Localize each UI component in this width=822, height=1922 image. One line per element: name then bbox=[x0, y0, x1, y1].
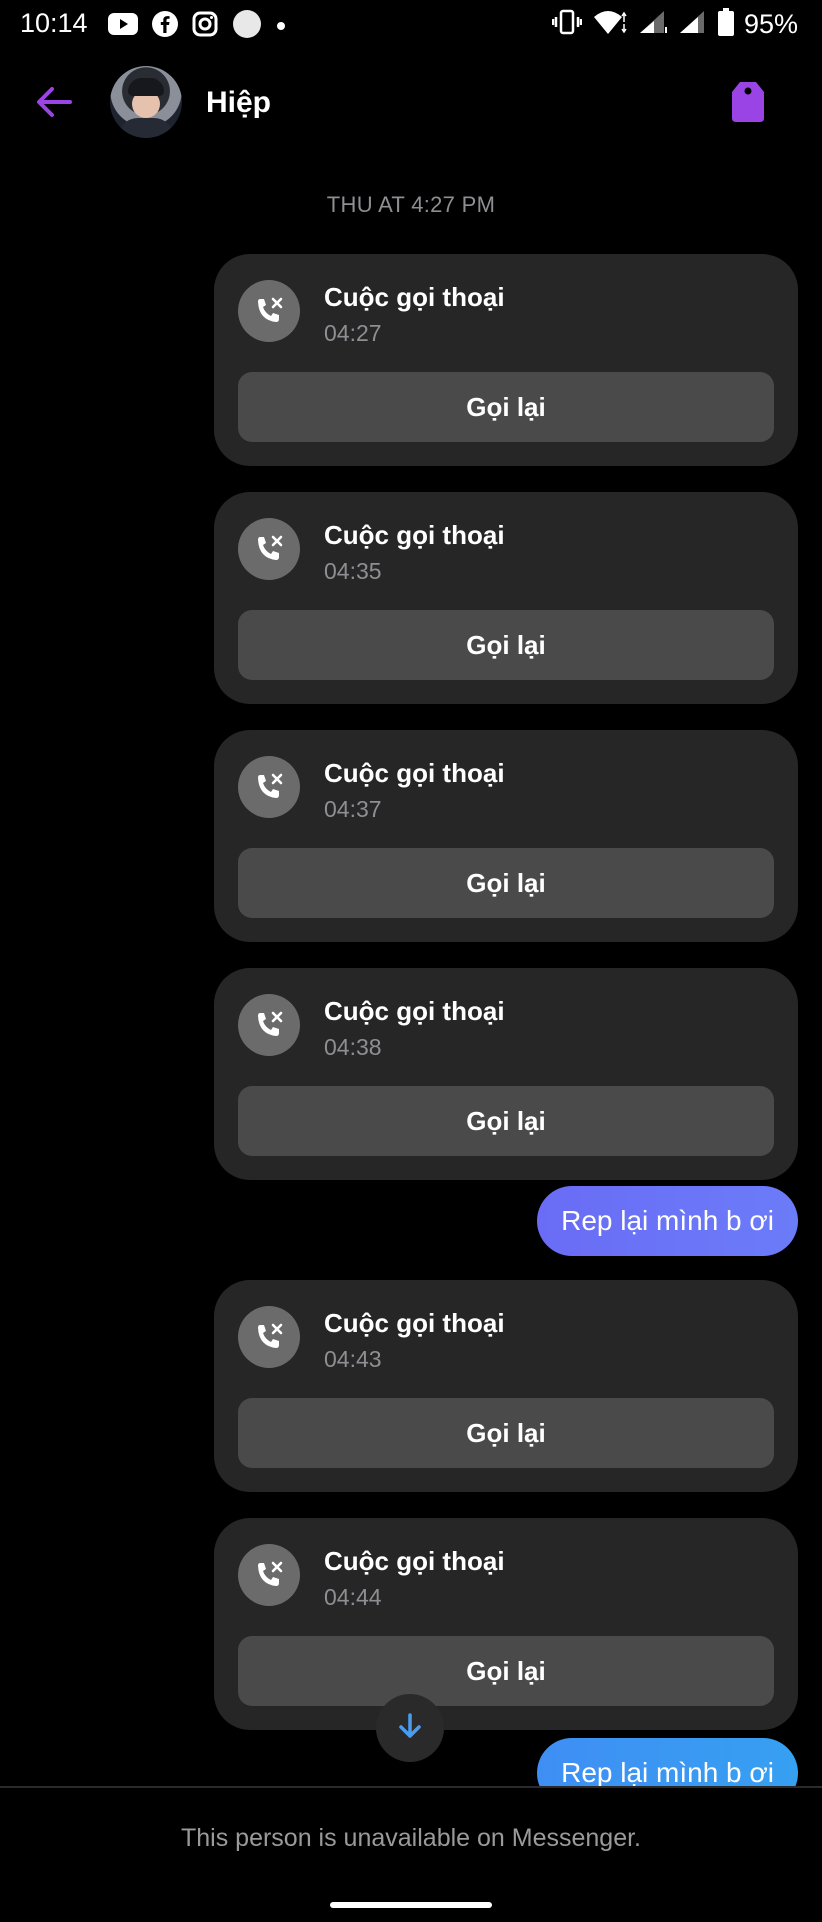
call-title: Cuộc gọi thoại bbox=[324, 758, 505, 788]
chat-timestamp: THU AT 4:27 PM bbox=[326, 192, 496, 217]
call-time: 04:38 bbox=[324, 1034, 382, 1060]
missed-call-icon bbox=[238, 1544, 300, 1606]
missed-call-card: Cuộc gọi thoại 04:27 Gọi lại bbox=[214, 254, 798, 466]
arrow-down-icon bbox=[395, 1711, 425, 1746]
call-time: 04:27 bbox=[324, 320, 382, 346]
missed-call-card: Cuộc gọi thoại 04:43 Gọi lại bbox=[214, 1280, 798, 1492]
message-bubble[interactable]: Rep lại mình b ơi bbox=[537, 1186, 798, 1256]
call-time: 04:35 bbox=[324, 558, 382, 584]
tag-icon[interactable] bbox=[730, 78, 766, 124]
youtube-icon bbox=[108, 13, 138, 40]
battery-icon bbox=[717, 8, 734, 41]
dot-icon bbox=[276, 18, 286, 36]
status-time: 10:14 bbox=[20, 8, 88, 38]
call-title: Cuộc gọi thoại bbox=[324, 996, 505, 1026]
missed-call-icon bbox=[238, 280, 300, 342]
missed-call-card: Cuộc gọi thoại 04:44 Gọi lại bbox=[214, 1518, 798, 1730]
missed-call-card: Cuộc gọi thoại 04:38 Gọi lại bbox=[214, 968, 798, 1180]
call-time: 04:44 bbox=[324, 1584, 382, 1610]
message-text: Rep lại mình b ơi bbox=[561, 1205, 774, 1236]
battery-percentage: 95% bbox=[743, 9, 798, 39]
scroll-to-bottom-button[interactable] bbox=[376, 1694, 444, 1762]
home-indicator[interactable] bbox=[330, 1902, 492, 1908]
status-bar: 10:14 95% bbox=[0, 0, 822, 46]
instagram-icon bbox=[192, 11, 218, 42]
call-back-button[interactable]: Gọi lại bbox=[238, 848, 774, 918]
unavailable-notice: This person is unavailable on Messenger. bbox=[181, 1824, 641, 1852]
missed-call-icon bbox=[238, 756, 300, 818]
message-text: Rep lại mình b ơi bbox=[561, 1757, 774, 1788]
call-time: 04:43 bbox=[324, 1346, 382, 1372]
call-back-button[interactable]: Gọi lại bbox=[238, 1636, 774, 1706]
missed-call-card: Cuộc gọi thoại 04:37 Gọi lại bbox=[214, 730, 798, 942]
vibrate-icon bbox=[551, 9, 583, 40]
conversation-header: Hiệp bbox=[0, 60, 822, 146]
facebook-icon bbox=[152, 11, 178, 42]
call-back-button[interactable]: Gọi lại bbox=[238, 1398, 774, 1468]
call-back-button[interactable]: Gọi lại bbox=[238, 372, 774, 442]
call-title: Cuộc gọi thoại bbox=[324, 282, 505, 312]
missed-call-icon bbox=[238, 518, 300, 580]
wifi-icon bbox=[592, 8, 628, 41]
missed-call-icon bbox=[238, 994, 300, 1056]
call-back-button[interactable]: Gọi lại bbox=[238, 610, 774, 680]
signal-icon bbox=[678, 9, 708, 40]
unavailable-footer: This person is unavailable on Messenger. bbox=[0, 1786, 822, 1922]
call-title: Cuộc gọi thoại bbox=[324, 1308, 505, 1338]
call-title: Cuộc gọi thoại bbox=[324, 1546, 505, 1576]
call-time: 04:37 bbox=[324, 796, 382, 822]
call-title: Cuộc gọi thoại bbox=[324, 520, 505, 550]
missed-call-icon bbox=[238, 1306, 300, 1368]
call-back-button[interactable]: Gọi lại bbox=[238, 1086, 774, 1156]
messenger-bubble-icon bbox=[232, 9, 262, 44]
back-arrow-icon[interactable] bbox=[32, 80, 76, 124]
contact-name[interactable]: Hiệp bbox=[206, 86, 271, 120]
missed-call-card: Cuộc gọi thoại 04:35 Gọi lại bbox=[214, 492, 798, 704]
signal-icon bbox=[638, 9, 668, 40]
avatar[interactable] bbox=[110, 66, 182, 138]
